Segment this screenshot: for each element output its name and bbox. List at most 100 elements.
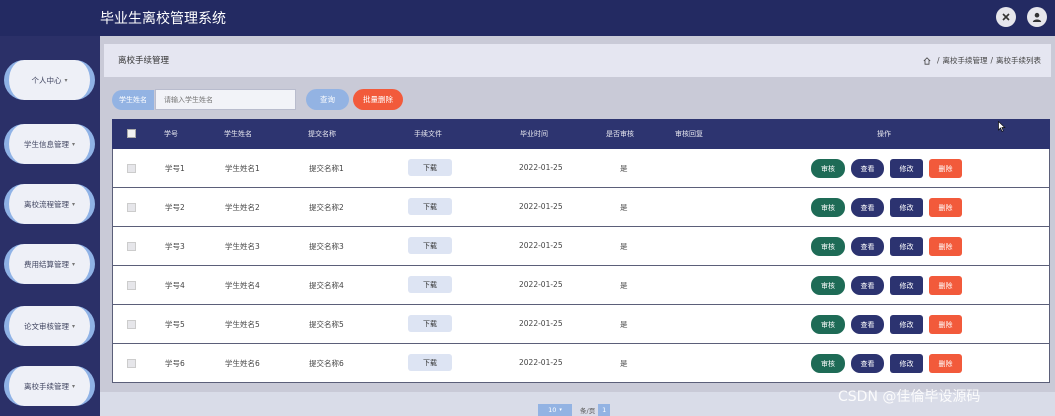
page-size-select[interactable]: 10 ▾ [538, 404, 572, 416]
data-table: 学号 学生姓名 提交名称 手续文件 毕业时间 是否审核 审核回复 操作 学号1 … [112, 119, 1050, 383]
user-icon[interactable] [1027, 7, 1047, 27]
delete-button[interactable]: 删除 [929, 159, 962, 178]
edit-button[interactable]: 修改 [890, 276, 923, 295]
cell-student-name: 学生姓名4 [225, 281, 260, 290]
row-checkbox[interactable] [127, 359, 136, 368]
sidebar-item-leave-process[interactable]: 离校流程管理 ▾ [4, 184, 95, 224]
column-header: 操作 [877, 130, 891, 138]
column-header[interactable]: 学生姓名 [224, 129, 252, 139]
view-button[interactable]: 查看 [851, 276, 884, 295]
column-header: 手续文件 [414, 130, 442, 138]
watermark: CSDN @佳倫毕设源码 [838, 389, 981, 405]
audit-button[interactable]: 审核 [811, 159, 845, 178]
delete-button[interactable]: 删除 [929, 315, 962, 334]
view-button[interactable]: 查看 [851, 315, 884, 334]
download-button[interactable]: 下载 [408, 159, 452, 176]
cell-student-id: 学号3 [165, 242, 185, 251]
chevron-down-icon: ▾ [71, 200, 75, 208]
view-button[interactable]: 查看 [851, 198, 884, 217]
main-content: 离校手续管理 / 离校手续管理 / 离校手续列表 学生姓名 查询 批量删除 学号… [100, 36, 1055, 416]
search-input[interactable] [155, 89, 296, 110]
cell-grad-date: 2022-01-25 [519, 280, 563, 289]
current-page-button[interactable]: 1 [598, 404, 611, 416]
download-button[interactable]: 下载 [408, 237, 452, 254]
download-button[interactable]: 下载 [408, 315, 452, 332]
sidebar-item-label: 费用结算管理 [23, 259, 69, 269]
cell-submit-name: 提交名称4 [309, 281, 344, 290]
sidebar-item-thesis-review[interactable]: 论文审核管理 ▾ [4, 306, 95, 346]
cell-student-id: 学号2 [165, 203, 185, 212]
audit-button[interactable]: 审核 [811, 276, 845, 295]
table-row: 学号3 学生姓名3 提交名称3 下载 2022-01-25 是 审核 查看 修改… [112, 227, 1050, 266]
pagination: 10 ▾ 条/页 1 [538, 404, 611, 416]
chevron-down-icon: ▾ [71, 260, 75, 268]
table-row: 学号6 学生姓名6 提交名称6 下载 2022-01-25 是 审核 查看 修改… [112, 344, 1050, 383]
view-button[interactable]: 查看 [851, 159, 884, 178]
cell-student-name: 学生姓名2 [225, 203, 260, 212]
audit-button[interactable]: 审核 [811, 198, 845, 217]
sidebar-item-personal-center[interactable]: 个人中心 ▾ [4, 60, 95, 100]
row-checkbox[interactable] [127, 320, 136, 329]
column-header[interactable]: 学号 [164, 129, 178, 139]
cell-grad-date: 2022-01-25 [519, 358, 563, 367]
view-button[interactable]: 查看 [851, 237, 884, 256]
delete-button[interactable]: 删除 [929, 198, 962, 217]
select-all-checkbox[interactable] [127, 129, 136, 138]
edit-button[interactable]: 修改 [890, 354, 923, 373]
query-button[interactable]: 查询 [306, 89, 349, 110]
delete-button[interactable]: 删除 [929, 276, 962, 295]
batch-delete-button[interactable]: 批量删除 [353, 89, 403, 110]
cell-student-id: 学号4 [165, 281, 185, 290]
edit-button[interactable]: 修改 [890, 315, 923, 334]
download-button[interactable]: 下载 [408, 276, 452, 293]
cell-grad-date: 2022-01-25 [519, 319, 563, 328]
cell-audited: 是 [620, 242, 628, 251]
edit-button[interactable]: 修改 [890, 159, 923, 178]
cell-student-id: 学号1 [165, 164, 185, 173]
cell-student-name: 学生姓名6 [225, 359, 260, 368]
sidebar-item-leave-procedures[interactable]: 离校手续管理 ▾ [4, 366, 95, 406]
download-button[interactable]: 下载 [408, 354, 452, 371]
edit-button[interactable]: 修改 [890, 198, 923, 217]
column-header[interactable]: 是否审核 [606, 129, 634, 139]
audit-button[interactable]: 审核 [811, 354, 845, 373]
home-icon[interactable] [923, 56, 931, 65]
sidebar-item-fee-settlement[interactable]: 费用结算管理 ▾ [4, 244, 95, 284]
row-checkbox[interactable] [127, 203, 136, 212]
sidebar-item-label: 个人中心 [31, 75, 62, 85]
cell-student-name: 学生姓名5 [225, 320, 260, 329]
cell-student-id: 学号5 [165, 320, 185, 329]
sidebar-item-label: 论文审核管理 [23, 321, 69, 331]
row-checkbox[interactable] [127, 281, 136, 290]
sidebar: 个人中心 ▾ 学生信息管理 ▾ 离校流程管理 ▾ 费用结算管理 ▾ 论文审核管理 ▾ 离校… [0, 36, 100, 416]
table-row: 学号4 学生姓名4 提交名称4 下载 2022-01-25 是 审核 查看 修改… [112, 266, 1050, 305]
cell-audited: 是 [620, 164, 628, 173]
sidebar-item-student-info[interactable]: 学生信息管理 ▾ [4, 124, 95, 164]
view-button[interactable]: 查看 [851, 354, 884, 373]
download-button[interactable]: 下载 [408, 198, 452, 215]
row-checkbox[interactable] [127, 164, 136, 173]
chevron-down-icon: ▾ [71, 382, 75, 390]
cell-student-name: 学生姓名1 [225, 164, 260, 173]
row-checkbox[interactable] [127, 242, 136, 251]
column-header[interactable]: 提交名称 [308, 129, 336, 139]
sidebar-item-label: 学生信息管理 [23, 139, 69, 149]
breadcrumb-item: 离校手续列表 [996, 56, 1041, 65]
audit-button[interactable]: 审核 [811, 237, 845, 256]
edit-button[interactable]: 修改 [890, 237, 923, 256]
breadcrumb-item[interactable]: 离校手续管理 [942, 55, 987, 66]
cell-audited: 是 [620, 320, 628, 329]
mouse-cursor-icon [998, 121, 1006, 132]
page-size-value: 10 [548, 406, 557, 414]
cell-grad-date: 2022-01-25 [519, 241, 563, 250]
chevron-down-icon: ▾ [71, 322, 75, 330]
audit-button[interactable]: 审核 [811, 315, 845, 334]
chevron-down-icon: ▾ [64, 76, 68, 84]
delete-button[interactable]: 删除 [929, 237, 962, 256]
breadcrumb: / 离校手续管理 / 离校手续列表 [923, 55, 1041, 66]
chevron-down-icon: ▾ [71, 140, 75, 148]
delete-button[interactable]: 删除 [929, 354, 962, 373]
column-header[interactable]: 毕业时间 [520, 129, 548, 139]
close-icon[interactable] [996, 7, 1016, 27]
table-row: 学号2 学生姓名2 提交名称2 下载 2022-01-25 是 审核 查看 修改… [112, 188, 1050, 227]
